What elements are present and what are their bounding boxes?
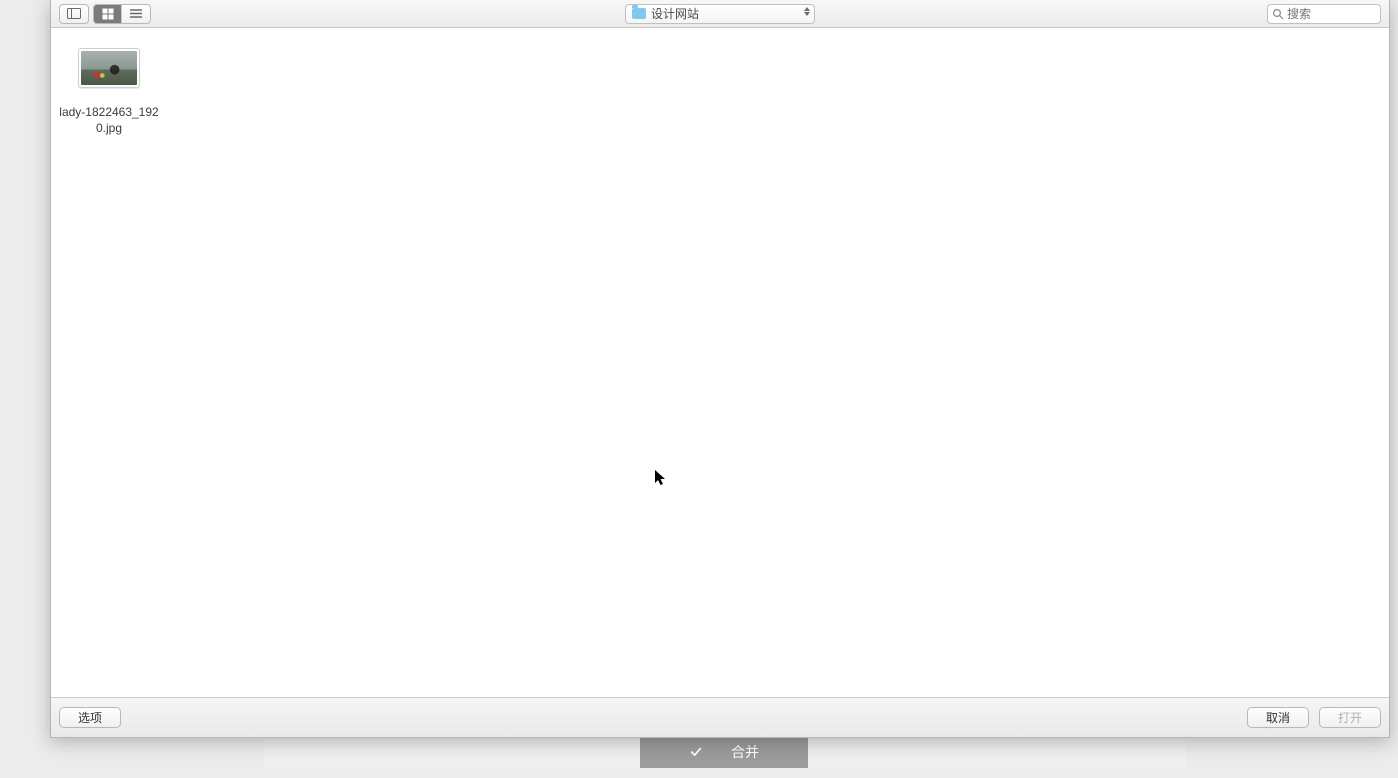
folder-path-popup[interactable]: 设计网站 bbox=[625, 4, 815, 24]
background-toolbar-right bbox=[808, 736, 1186, 767]
open-button[interactable]: 打开 bbox=[1319, 707, 1381, 728]
sidebar-toggle-group bbox=[59, 4, 89, 24]
options-button-label: 选项 bbox=[78, 709, 102, 726]
file-name-label: lady-1822463_1920.jpg bbox=[59, 104, 159, 136]
folder-name-label: 设计网站 bbox=[651, 5, 699, 22]
file-browser-area[interactable]: lady-1822463_1920.jpg bbox=[51, 28, 1389, 697]
search-icon bbox=[1272, 8, 1284, 20]
sidebar-toggle-button[interactable] bbox=[60, 5, 88, 23]
checkmark-icon bbox=[689, 745, 703, 759]
view-mode-group bbox=[93, 4, 151, 24]
file-thumbnail-image bbox=[81, 51, 137, 85]
file-item[interactable]: lady-1822463_1920.jpg bbox=[59, 48, 159, 136]
options-button[interactable]: 选项 bbox=[59, 707, 121, 728]
file-open-dialog: 设计网站 lady-1822463_1920.jpg 选项 取消 打开 bbox=[50, 0, 1390, 738]
search-input[interactable] bbox=[1287, 7, 1398, 21]
cancel-button-label: 取消 bbox=[1266, 709, 1290, 726]
file-thumbnail-frame bbox=[78, 48, 140, 88]
dialog-bottom-bar: 选项 取消 打开 bbox=[51, 697, 1389, 737]
list-icon bbox=[129, 8, 143, 19]
list-view-button[interactable] bbox=[122, 5, 150, 23]
icon-view-button[interactable] bbox=[94, 5, 122, 23]
merge-button-label: 合并 bbox=[731, 742, 759, 762]
open-button-label: 打开 bbox=[1338, 709, 1362, 726]
updown-caret-icon bbox=[804, 7, 810, 16]
sidebar-icon bbox=[67, 8, 81, 19]
merge-button-background: 合并 bbox=[640, 735, 808, 768]
dialog-toolbar: 设计网站 bbox=[51, 0, 1389, 28]
view-controls bbox=[59, 4, 151, 24]
grid-icon bbox=[102, 8, 114, 20]
background-toolbar-left bbox=[264, 736, 640, 767]
cancel-button[interactable]: 取消 bbox=[1247, 707, 1309, 728]
search-field-wrap[interactable] bbox=[1267, 4, 1381, 24]
folder-icon bbox=[632, 8, 646, 19]
